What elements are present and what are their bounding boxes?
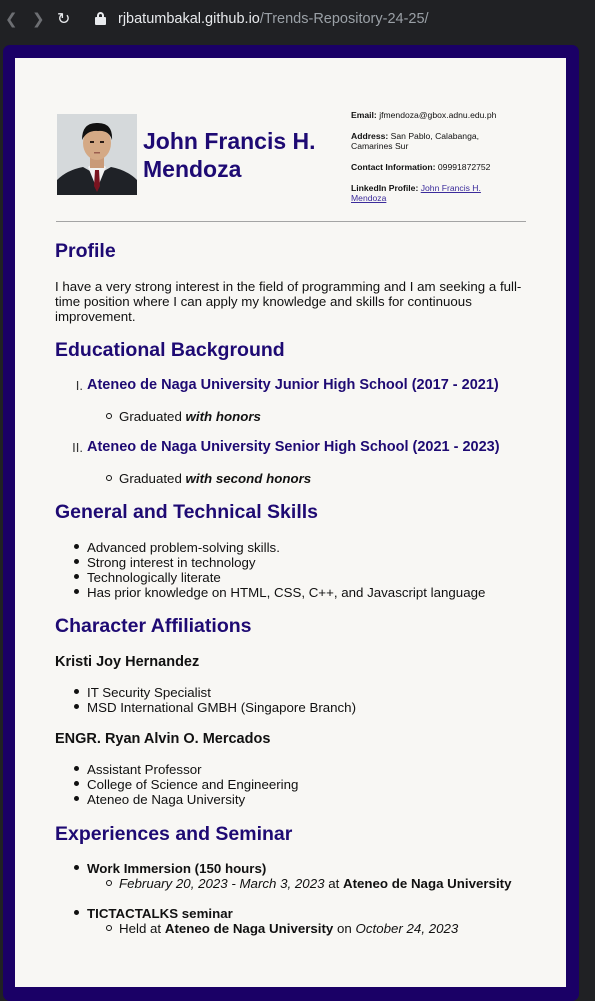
- list-item: Advanced problem-solving skills.: [87, 540, 280, 555]
- lock-icon[interactable]: [95, 12, 106, 25]
- profile-heading: Profile: [55, 240, 116, 262]
- linkedin-line-1: John Francis H.: [420, 183, 481, 193]
- linkedin-label: LinkedIn Profile:: [351, 183, 419, 193]
- honors-emphasis: with second honors: [185, 471, 312, 486]
- name-line-1: John Francis H.: [143, 128, 316, 154]
- experience-detail: Held at Ateneo de Naga University on Oct…: [119, 921, 458, 936]
- honors-note: Graduated with second honors: [119, 471, 311, 486]
- email-label: Email:: [351, 110, 377, 120]
- experience-detail: February 20, 2023 - March 3, 2023 at Ate…: [119, 876, 511, 891]
- bullet-icon: [74, 865, 79, 870]
- url-host: rjbatumbakal.github.io: [118, 11, 260, 27]
- forward-arrow-icon[interactable]: ❯: [32, 10, 45, 28]
- list-item: Has prior knowledge on HTML, CSS, C++, a…: [87, 585, 486, 600]
- reload-icon[interactable]: ↻: [57, 10, 70, 28]
- experience-connector: at: [328, 876, 340, 891]
- bullet-icon: [74, 781, 79, 786]
- reference-name: ENGR. Ryan Alvin O. Mercados: [55, 731, 271, 747]
- experience-place: Ateneo de Naga University: [164, 921, 334, 936]
- school-senior-high: Ateneo de Naga University Senior High Sc…: [87, 439, 500, 455]
- experiences-heading: Experiences and Seminar: [55, 823, 293, 845]
- experience-date: February 20, 2023 - March 3, 2023: [119, 876, 325, 891]
- list-item: Ateneo de Naga University: [87, 792, 246, 807]
- school-junior-high: Ateneo de Naga University Junior High Sc…: [87, 377, 499, 393]
- linkedin-line-2: Mendoza: [351, 193, 387, 203]
- education-heading: Educational Background: [55, 339, 285, 361]
- experience-lead: Held at: [119, 921, 162, 936]
- circle-bullet-icon: [106, 880, 112, 886]
- honors-emphasis: with honors: [185, 409, 261, 424]
- profile-text-line-2: time position where I can apply my knowl…: [55, 294, 472, 309]
- bullet-icon: [74, 766, 79, 771]
- list-item: College of Science and Engineering: [87, 777, 299, 792]
- linkedin-row: LinkedIn Profile: John Francis H. Mendoza: [351, 183, 526, 203]
- bullet-icon: [74, 704, 79, 709]
- list-item: Technologically literate: [87, 570, 221, 585]
- experience-title: TICTACTALKS seminar: [87, 906, 233, 921]
- bullet-icon: [74, 589, 79, 594]
- name-line-2: Mendoza: [143, 156, 242, 182]
- experience-title: Work Immersion (150 hours): [87, 861, 267, 876]
- address-line-1: San Pablo, Calabanga,: [390, 131, 480, 141]
- phone-row: Contact Information: 09991872752: [351, 162, 526, 172]
- contact-info: Email: jfmendoza@gbox.adnu.edu.ph Addres…: [351, 110, 526, 214]
- bullet-icon: [74, 910, 79, 915]
- phone-value: 09991872752: [437, 162, 491, 172]
- profile-text-line-3: improvement.: [55, 309, 136, 324]
- full-name: John Francis H. Mendoza: [143, 127, 343, 183]
- experience-place: Ateneo de Naga University: [342, 876, 512, 891]
- phone-label: Contact Information:: [351, 162, 436, 172]
- profile-photo: [57, 114, 137, 195]
- bullet-icon: [74, 544, 79, 549]
- skills-heading: General and Technical Skills: [55, 501, 318, 523]
- bullet-icon: [74, 574, 79, 579]
- honors-prefix: Graduated: [119, 471, 182, 486]
- bullet-icon: [74, 559, 79, 564]
- bullet-icon: [74, 689, 79, 694]
- address-label: Address:: [351, 131, 389, 141]
- list-numeral: II.: [72, 440, 83, 455]
- bullet-icon: [74, 796, 79, 801]
- experience-date: October 24, 2023: [355, 921, 459, 936]
- honors-prefix: Graduated: [119, 409, 182, 424]
- circle-bullet-icon: [106, 925, 112, 931]
- reference-name: Kristi Joy Hernandez: [55, 654, 200, 670]
- address-line-2: Camarines Sur: [351, 141, 409, 151]
- circle-bullet-icon: [106, 475, 112, 481]
- address-bar[interactable]: rjbatumbakal.github.io/Trends-Repository…: [118, 10, 429, 28]
- header-divider: [56, 221, 526, 222]
- circle-bullet-icon: [106, 413, 112, 419]
- list-item: Assistant Professor: [87, 762, 202, 777]
- profile-text-line-1: I have a very strong interest in the fie…: [55, 279, 522, 294]
- list-item: MSD International GMBH (Singapore Branch…: [87, 700, 357, 715]
- back-arrow-icon[interactable]: ❮: [5, 10, 18, 28]
- list-numeral: I.: [75, 378, 83, 393]
- email-row: Email: jfmendoza@gbox.adnu.edu.ph: [351, 110, 526, 120]
- list-item: Strong interest in technology: [87, 555, 256, 570]
- honors-note: Graduated with honors: [119, 409, 261, 424]
- browser-toolbar: ❮ ❯ ↻ rjbatumbakal.github.io/Trends-Repo…: [0, 0, 595, 38]
- list-item: IT Security Specialist: [87, 685, 211, 700]
- experience-connector: on: [337, 921, 352, 936]
- email-value: jfmendoza@gbox.adnu.edu.ph: [379, 110, 497, 120]
- url-path: /Trends-Repository-24-25/: [259, 11, 429, 27]
- address-row: Address: San Pablo, Calabanga, Camarines …: [351, 131, 526, 151]
- affiliations-heading: Character Affiliations: [55, 615, 252, 637]
